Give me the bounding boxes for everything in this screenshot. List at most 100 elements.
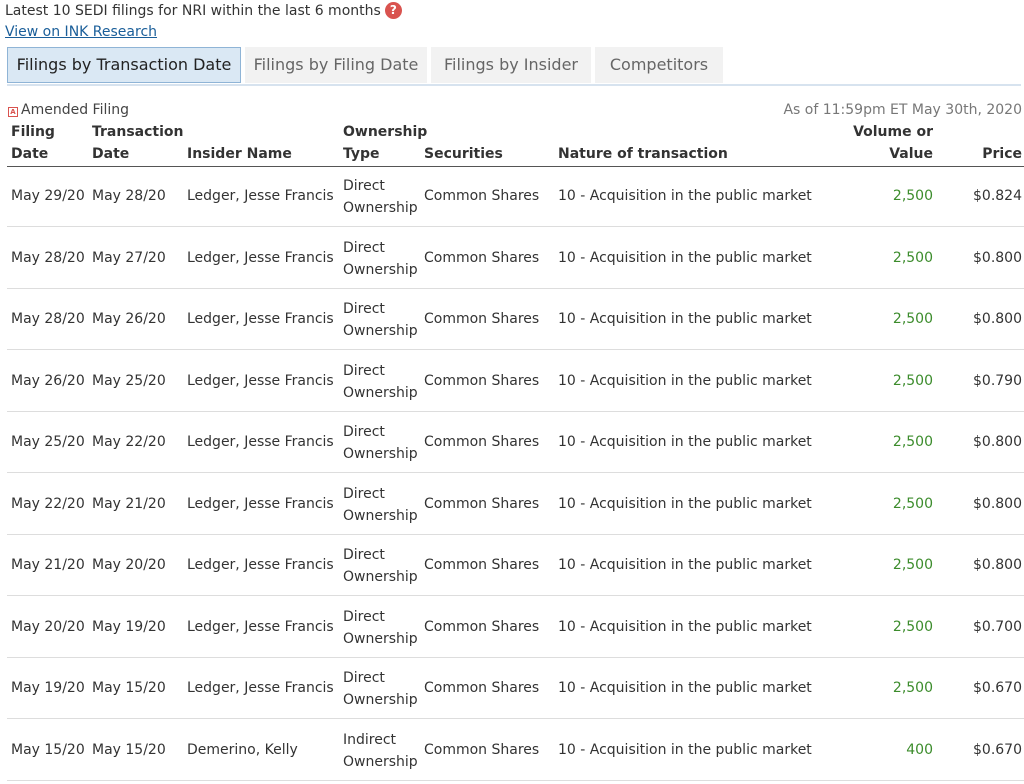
ownership-type: Direct Ownership [343,178,418,216]
filing-date: May 26/20 [11,372,85,389]
filing-date: May 15/20 [11,741,85,758]
table-row[interactable]: May 29/20 May 28/20 Ledger, Jesse Francis D… [7,166,1024,227]
price: $0.800 [973,311,1022,327]
transaction-date: May 26/20 [92,311,166,327]
widget-title: Latest 10 SEDI filings for NRI within th… [5,3,381,19]
volume-value: 2,500 [892,249,933,266]
volume-value: 2,500 [892,557,933,573]
filing-date: May 29/20 [11,188,85,204]
nature-of-transaction: 10 - Acquisition in the public market [558,188,812,204]
ownership-type: Indirect Ownership [343,731,418,770]
tab-bar: Filings by Transaction Date Filings by F… [7,47,1021,86]
volume-value: 2,500 [892,188,933,204]
insider-name[interactable]: Ledger, Jesse Francis [187,680,334,696]
insider-name[interactable]: Ledger, Jesse Francis [187,496,334,512]
securities: Common Shares [424,618,540,635]
price: $0.824 [973,188,1022,204]
filing-date: May 21/20 [11,557,85,573]
nature-of-transaction: 10 - Acquisition in the public market [558,741,812,758]
ownership-type: Direct Ownership [343,547,418,585]
insider-name[interactable]: Ledger, Jesse Francis [187,188,334,204]
securities: Common Shares [424,249,540,266]
insider-name[interactable]: Ledger, Jesse Francis [187,434,334,450]
nature-of-transaction: 10 - Acquisition in the public market [558,249,812,266]
table-row[interactable]: May 20/20 May 19/20 Ledger, Jesse Francis D… [7,597,1024,658]
ownership-type: Direct Ownership [343,670,418,708]
nature-of-transaction: 10 - Acquisition in the public market [558,495,812,512]
insider-name[interactable]: Ledger, Jesse Francis [187,557,334,573]
securities: Common Shares [424,188,540,204]
transaction-date: May 15/20 [92,680,166,696]
volume-value: 2,500 [892,618,933,635]
securities: Common Shares [424,680,540,696]
transaction-date: May 22/20 [92,434,166,450]
price: $0.790 [973,372,1022,389]
ownership-type: Direct Ownership [343,424,418,462]
transaction-date: May 28/20 [92,188,166,204]
price: $0.800 [973,557,1022,573]
price: $0.670 [973,680,1022,696]
insider-name[interactable]: Ledger, Jesse Francis [187,311,334,327]
header-insider-name[interactable]: Insider Name [187,143,292,165]
transaction-date: May 21/20 [92,495,166,512]
filing-date: May 25/20 [11,434,85,450]
header-transaction-date[interactable]: Transaction Date [92,121,184,165]
header-volume[interactable]: Volume or Value [853,121,933,165]
ownership-type: Direct Ownership [343,608,418,647]
securities: Common Shares [424,557,540,573]
securities: Common Shares [424,741,540,758]
ownership-type: Direct Ownership [343,239,418,278]
table-row[interactable]: May 21/20 May 20/20 Ledger, Jesse Francis D… [7,535,1024,596]
table-row[interactable]: May 22/20 May 21/20 Ledger, Jesse Francis D… [7,474,1024,535]
header-filing-date[interactable]: Filing Date [11,121,55,165]
volume-value: 400 [906,741,933,758]
header-price[interactable]: Price [982,143,1022,165]
header-securities[interactable]: Securities [424,143,503,165]
table-row[interactable]: May 26/20 May 25/20 Ledger, Jesse Francis D… [7,351,1024,412]
nature-of-transaction: 10 - Acquisition in the public market [558,618,812,635]
volume-value: 2,500 [892,680,933,696]
widget-header: Latest 10 SEDI filings for NRI within th… [5,2,402,19]
securities: Common Shares [424,372,540,389]
transaction-date: May 19/20 [92,618,166,635]
table-row[interactable]: May 28/20 May 27/20 Ledger, Jesse Francis D… [7,228,1024,289]
price: $0.700 [973,618,1022,635]
tab-competitors[interactable]: Competitors [595,47,723,83]
table-row[interactable]: May 28/20 May 26/20 Ledger, Jesse Francis D… [7,289,1024,350]
tab-insider[interactable]: Filings by Insider [431,47,591,83]
price: $0.800 [973,434,1022,450]
filing-date: May 28/20 [11,311,85,327]
transaction-date: May 27/20 [92,249,166,266]
nature-of-transaction: 10 - Acquisition in the public market [558,372,812,389]
filing-date: May 19/20 [11,680,85,696]
ownership-type: Direct Ownership [343,362,418,401]
volume-value: 2,500 [892,434,933,450]
transaction-date: May 20/20 [92,557,166,573]
question-circle-icon[interactable]: ? [384,2,402,19]
filing-date: May 28/20 [11,249,85,266]
table-row[interactable]: May 25/20 May 22/20 Ledger, Jesse Francis D… [7,412,1024,473]
insider-name[interactable]: Ledger, Jesse Francis [187,619,334,635]
filing-date: May 20/20 [11,618,85,635]
header-ownership-type[interactable]: Ownership Type [343,121,427,165]
amended-flag-icon: A [8,107,18,117]
insider-name[interactable]: Demerino, Kelly [187,742,298,758]
insider-name[interactable]: Ledger, Jesse Francis [187,373,334,389]
insider-name[interactable]: Ledger, Jesse Francis [187,250,334,266]
amended-legend: A Amended Filing [8,102,129,118]
header-nature[interactable]: Nature of transaction [558,143,728,165]
securities: Common Shares [424,434,540,450]
nature-of-transaction: 10 - Acquisition in the public market [558,680,812,696]
table-row[interactable]: May 19/20 May 15/20 Ledger, Jesse Francis D… [7,658,1024,719]
table-row[interactable]: May 15/20 May 15/20 Demerino, Kelly Indirec… [7,720,1024,781]
volume-value: 2,500 [892,372,933,389]
as-of-timestamp: As of 11:59pm ET May 30th, 2020 [783,102,1022,118]
filings-widget: Latest 10 SEDI filings for NRI within th… [0,0,1024,784]
price: $0.800 [973,495,1022,512]
volume-value: 2,500 [892,311,933,327]
tab-transaction-date[interactable]: Filings by Transaction Date [7,47,241,83]
ownership-type: Direct Ownership [343,485,418,524]
securities: Common Shares [424,495,540,512]
ink-research-link[interactable]: View on INK Research [5,24,157,40]
tab-filing-date[interactable]: Filings by Filing Date [245,47,427,83]
